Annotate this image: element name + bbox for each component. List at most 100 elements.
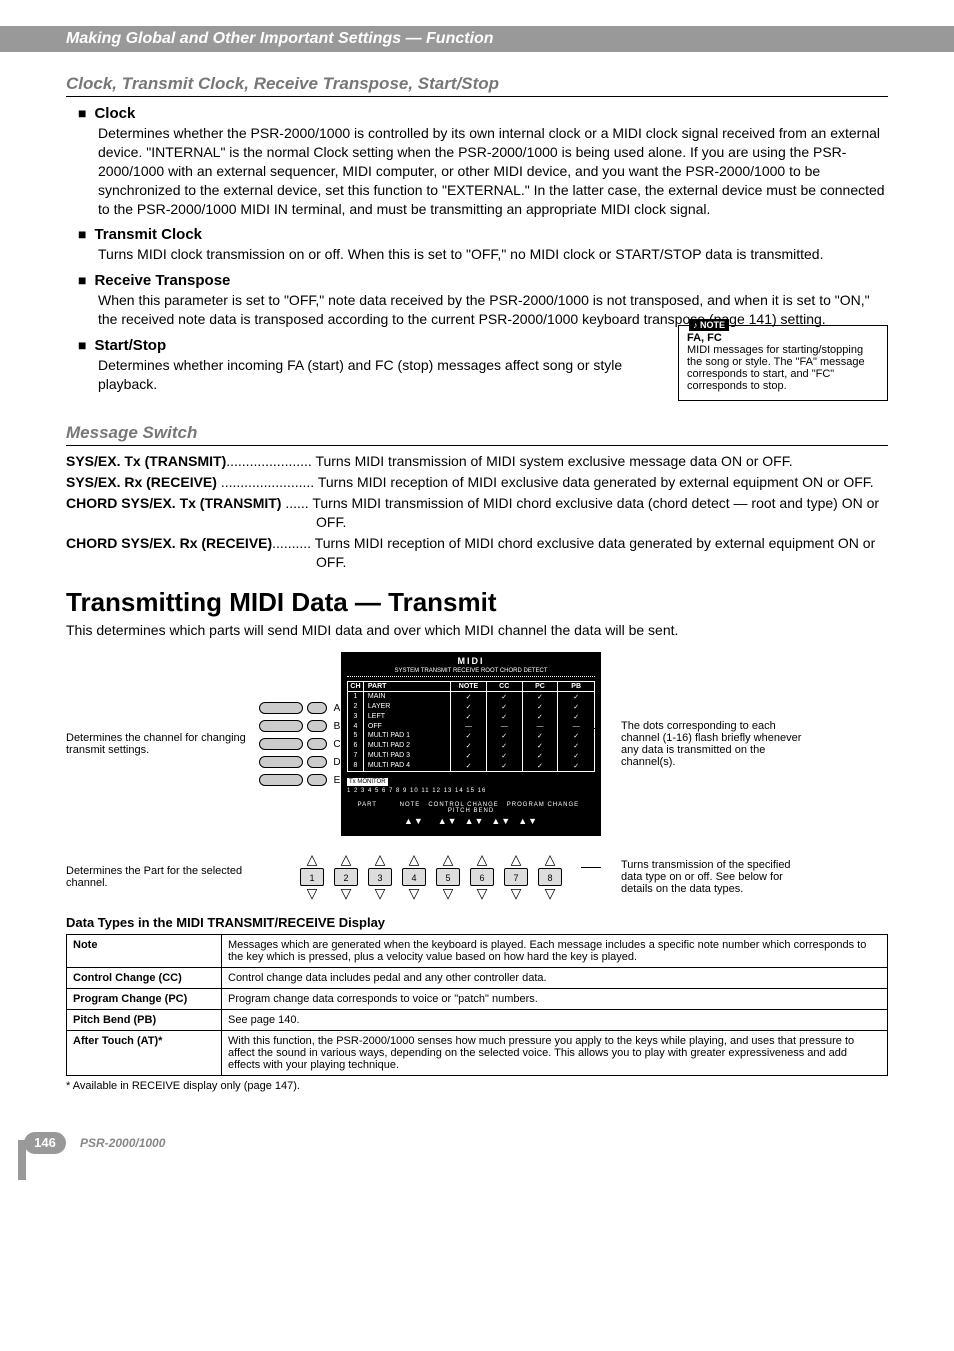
table-row: NoteMessages which are generated when th… (67, 934, 888, 967)
diagram-bottom-buttons: △1▽△2▽△3▽△4▽△5▽△6▽△7▽△8▽ (261, 854, 601, 898)
screen-grid-row: 4OFF (348, 722, 594, 731)
triangle-up-icon: △ (409, 854, 420, 865)
header-title: Making Global and Other Important Settin… (66, 30, 494, 48)
triangle-up-icon: △ (375, 854, 386, 865)
page-number: 146 (24, 1132, 66, 1154)
message-switch-row: CHORD SYS/EX. Rx (RECEIVE).......... Tur… (66, 534, 888, 572)
number-button: 5 (436, 868, 460, 886)
tx-monitor-label: Tx MONITOR (347, 778, 388, 786)
triangle-up-icon: △ (477, 854, 488, 865)
receive-transpose-body: When this parameter is set to "OFF," not… (98, 291, 888, 329)
number-button: 2 (334, 868, 358, 886)
receive-transpose-subheading: ■ Receive Transpose (66, 272, 888, 289)
triangle-down-icon: ▽ (443, 888, 454, 899)
clock-subheading: ■ Clock (66, 105, 888, 122)
bullet-square: ■ (78, 272, 86, 288)
side-button-small (307, 702, 327, 714)
bottom-button-unit: △2▽ (334, 854, 358, 898)
clock-body: Determines whether the PSR-2000/1000 is … (98, 124, 888, 218)
side-button-row: D (259, 756, 343, 768)
triangle-up-icon: △ (307, 854, 318, 865)
page-footer: 146 PSR-2000/1000 (0, 1132, 954, 1154)
bullet-square: ■ (78, 337, 86, 353)
screen-grid-row: 2LAYER (348, 702, 594, 712)
table-row-header: Program Change (PC) (67, 988, 222, 1009)
table-row: Pitch Bend (PB)See page 140. (67, 1009, 888, 1030)
table-row-header: Note (67, 934, 222, 967)
note-box: NOTE FA, FC MIDI messages for starting/s… (678, 325, 888, 401)
side-button-small (307, 774, 327, 786)
screen-grid-row: 1MAIN (348, 692, 594, 702)
footer-model: PSR-2000/1000 (80, 1136, 165, 1150)
side-button (259, 720, 303, 732)
table-row: Program Change (PC)Program change data c… (67, 988, 888, 1009)
side-button-small (307, 720, 327, 732)
screen-grid-row: 7MULTI PAD 3 (348, 751, 594, 761)
section-heading-message-switch: Message Switch (66, 423, 888, 446)
side-button-row: B (259, 720, 343, 732)
number-button: 3 (368, 868, 392, 886)
triangle-up-icon: △ (545, 854, 556, 865)
section-heading-clock: Clock, Transmit Clock, Receive Transpose… (66, 74, 888, 97)
table-row-desc: Messages which are generated when the ke… (222, 934, 888, 967)
transmit-intro: This determines which parts will send MI… (66, 622, 888, 638)
diagram-side-buttons: ABCDE (261, 702, 341, 786)
screen-grid: CHPARTNOTECCPCPB1MAIN2LAYER3LEFT4OFF5MUL… (347, 681, 595, 772)
header-bar: Making Global and Other Important Settin… (0, 26, 954, 52)
table-row-header: Pitch Bend (PB) (67, 1009, 222, 1030)
data-types-table: NoteMessages which are generated when th… (66, 934, 888, 1076)
side-button (259, 756, 303, 768)
tx-monitor-numbers: 1 2 3 4 5 6 7 8 9 10 11 12 13 14 15 16 (347, 788, 595, 794)
table-row: After Touch (AT)*With this function, the… (67, 1030, 888, 1075)
bottom-button-unit: △3▽ (368, 854, 392, 898)
side-button-row: A (259, 702, 343, 714)
table-row-desc: Program change data corresponds to voice… (222, 988, 888, 1009)
screen-grid-row: 8MULTI PAD 4 (348, 761, 594, 771)
number-button: 1 (300, 868, 324, 886)
message-switch-list: SYS/EX. Tx (TRANSMIT)...................… (66, 452, 888, 571)
table-row-header: Control Change (CC) (67, 967, 222, 988)
number-button: 8 (538, 868, 562, 886)
triangle-down-icon: ▽ (409, 888, 420, 899)
note-title: FA, FC (687, 332, 722, 344)
bottom-button-unit: △ 6 ▽ (470, 854, 494, 898)
diagram-lower-left-caption: Determines the Part for the selected cha… (66, 865, 261, 889)
diagram-right-caption: The dots corresponding to each channel (… (601, 720, 811, 768)
side-button-small (307, 738, 327, 750)
transmit-clock-body: Turns MIDI clock transmission on or off.… (98, 245, 888, 264)
start-stop-body: Determines whether incoming FA (start) a… (98, 356, 660, 394)
table-row-desc: See page 140. (222, 1009, 888, 1030)
note-tag: NOTE (689, 319, 729, 331)
number-button: 6 (470, 868, 494, 886)
bottom-button-unit: △ 8 ▽ (538, 854, 562, 898)
message-switch-row: SYS/EX. Tx (TRANSMIT)...................… (66, 452, 888, 471)
screen-grid-row: 6MULTI PAD 2 (348, 741, 594, 751)
triangle-up-icon: △ (511, 854, 522, 865)
section-tab (18, 1140, 26, 1180)
clock-title: Clock (94, 105, 135, 122)
screen-title: MIDI (347, 656, 595, 666)
number-button: 4 (402, 868, 426, 886)
transmit-clock-title: Transmit Clock (94, 226, 202, 243)
bullet-square: ■ (78, 226, 86, 242)
diagram: Determines the channel for changing tran… (66, 652, 888, 898)
triangle-down-icon: ▽ (477, 888, 488, 899)
side-button (259, 738, 303, 750)
transmit-heading: Transmitting MIDI Data — Transmit (66, 587, 888, 618)
message-switch-row: SYS/EX. Rx (RECEIVE) ...................… (66, 473, 888, 492)
bottom-button-unit: △ 1 ▽ (300, 854, 324, 898)
side-button (259, 774, 303, 786)
triangle-down-icon: ▽ (545, 888, 556, 899)
table-row-desc: Control change data includes pedal and a… (222, 967, 888, 988)
triangle-up-icon: △ (443, 854, 454, 865)
diagram-left-caption: Determines the channel for changing tran… (66, 732, 261, 756)
bottom-button-unit: △ 4 ▽ (402, 854, 426, 898)
bullet-square: ■ (78, 105, 86, 121)
bottom-button-unit: △ 5 ▽ (436, 854, 460, 898)
screen-tabs: SYSTEM TRANSMIT RECEIVE ROOT CHORD DETEC… (347, 668, 595, 677)
start-stop-subheading: ■ Start/Stop (66, 337, 660, 354)
table-caption: Data Types in the MIDI TRANSMIT/RECEIVE … (66, 915, 888, 930)
triangle-down-icon: ▽ (511, 888, 522, 899)
triangle-down-icon: ▽ (307, 888, 318, 899)
side-button-row: E (259, 774, 343, 786)
